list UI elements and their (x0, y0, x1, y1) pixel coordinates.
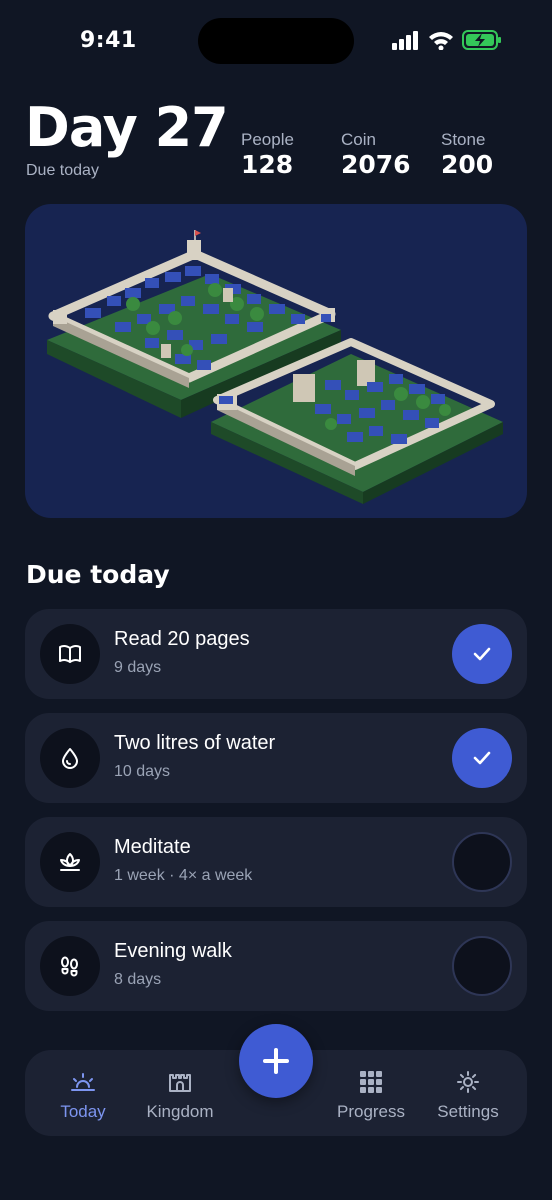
checkmark-icon (473, 647, 491, 661)
status-bar: 9:41 (0, 0, 552, 80)
castle-icon (169, 1074, 191, 1092)
kingdom-illustration (47, 230, 503, 504)
stat-value: 128 (241, 150, 294, 179)
habit-complete-button[interactable] (452, 936, 512, 996)
habit-card[interactable]: Two litres of water 10 days (25, 713, 527, 803)
nav-item-today[interactable]: Today (33, 1068, 133, 1122)
nav-label: Today (60, 1102, 106, 1121)
habit-streak: 1 week · 4× a week (114, 867, 253, 884)
stat-value: 2076 (341, 150, 411, 179)
nav-item-settings[interactable]: Settings (418, 1068, 518, 1122)
habit-streak: 10 days (114, 763, 171, 780)
grid-icon (360, 1071, 382, 1093)
checkmark-icon (473, 751, 491, 765)
nav-label: Progress (336, 1102, 406, 1121)
habit-complete-button[interactable] (452, 728, 512, 788)
habit-icon-badge (40, 936, 100, 996)
habit-name: Meditate (114, 836, 191, 858)
stat-coin: Coin 2076 (341, 130, 411, 180)
habit-icon-badge (40, 728, 100, 788)
sunrise-icon (71, 1073, 95, 1091)
kingdom-view[interactable] (25, 204, 527, 518)
stat-label: Stone (441, 130, 486, 149)
habit-complete-button[interactable] (452, 624, 512, 684)
lotus-icon (60, 853, 80, 871)
habit-card[interactable]: Evening walk 8 days (25, 921, 527, 1011)
nav-item-progress[interactable]: Progress (321, 1068, 421, 1122)
habit-streak: 9 days (114, 659, 162, 676)
dynamic-island (198, 18, 354, 64)
nav-label: Kingdom (146, 1102, 214, 1121)
day-subtitle: Due today (26, 162, 99, 179)
habit-card[interactable]: Meditate 1 week · 4× a week (25, 817, 527, 907)
day-title: Day 27 (25, 96, 229, 159)
wifi-icon (429, 32, 453, 50)
stat-label: People (241, 130, 294, 149)
book-icon (59, 644, 81, 663)
plus-icon (263, 1048, 289, 1074)
habit-icon-badge (40, 624, 100, 684)
status-icons (392, 30, 502, 50)
stat-label: Coin (341, 130, 376, 149)
stat-value: 200 (441, 150, 494, 179)
gear-icon (457, 1071, 479, 1093)
habit-name: Evening walk (114, 940, 232, 962)
habit-name: Two litres of water (114, 732, 276, 754)
stat-stone: Stone 200 (441, 130, 493, 180)
habit-streak: 8 days (114, 971, 162, 988)
status-time: 9:41 (80, 28, 137, 53)
stat-people: People 128 (241, 130, 294, 180)
today-screen: 9:41 Day 27 Due today People 128 Coin 20… (0, 0, 552, 1200)
nav-label: Settings (437, 1102, 499, 1121)
signal-icon (392, 31, 418, 50)
habit-card[interactable]: Read 20 pages 9 days (25, 609, 527, 699)
nav-item-kingdom[interactable]: Kingdom (130, 1068, 230, 1122)
habit-complete-button[interactable] (452, 832, 512, 892)
habit-icon-badge (40, 832, 100, 892)
water-drop-icon (62, 748, 78, 769)
habit-name: Read 20 pages (114, 628, 250, 650)
section-title: Due today (26, 560, 170, 589)
add-habit-button[interactable] (239, 1024, 313, 1098)
footsteps-icon (61, 956, 78, 977)
battery-charging-icon (462, 30, 501, 50)
